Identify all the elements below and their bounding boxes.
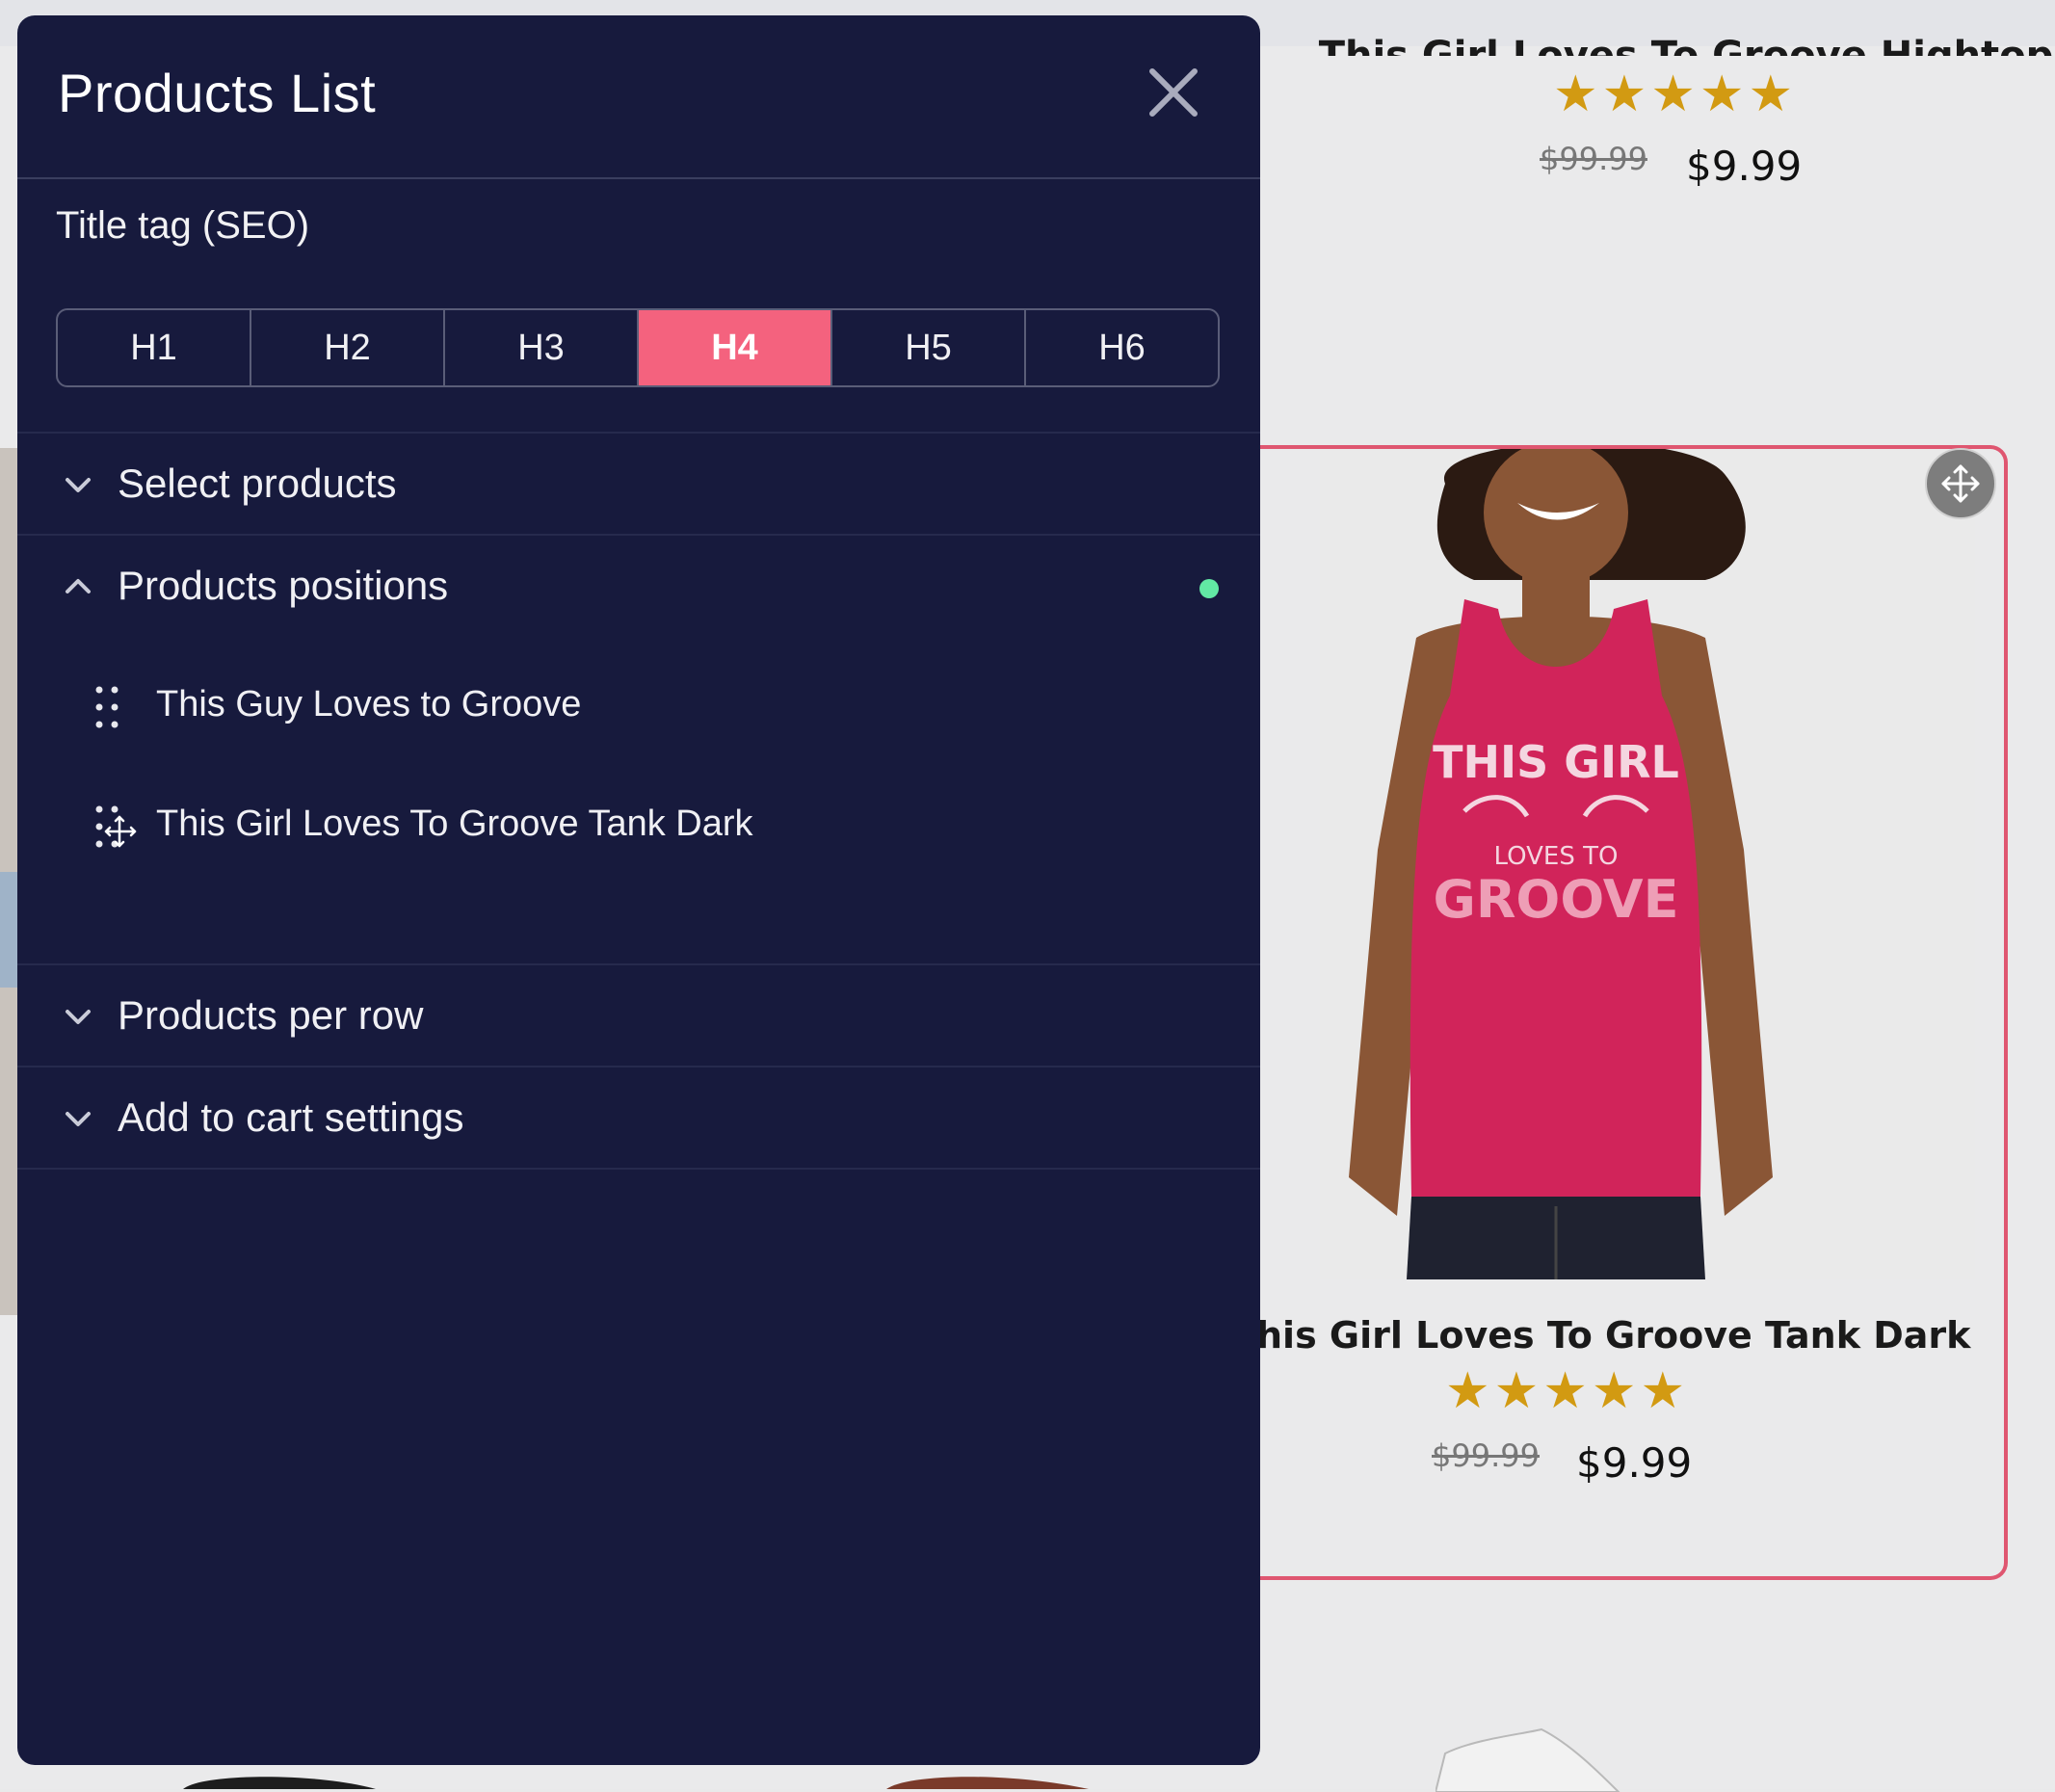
top-product-price: $9.99 (1686, 143, 1803, 190)
heading-option-h4[interactable]: H4 (639, 310, 832, 385)
position-item[interactable]: This Girl Loves To Groove Tank Dark (17, 784, 1260, 871)
star-icon: ★ (1553, 66, 1598, 123)
select-products-section: Select products (17, 432, 1260, 506)
section-label: Products positions (118, 563, 449, 608)
drag-move-cursor-icon[interactable] (94, 804, 141, 850)
position-item-label: This Girl Loves To Groove Tank Dark (156, 804, 753, 844)
products-list-panel: Products List Title tag (SEO) H1 H2 H3 H… (17, 15, 1260, 1765)
drag-handle-icon[interactable] (94, 684, 121, 730)
selected-product-title[interactable]: his Girl Loves To Groove Tank Dark (1202, 1314, 1992, 1357)
next-row-product-images (183, 1777, 1089, 1789)
position-item-label: This Guy Loves to Groove (156, 684, 582, 725)
select-products-toggle[interactable]: Select products (17, 434, 1260, 536)
next-product-image-shoe (1436, 1727, 1620, 1792)
chevron-down-icon (66, 1112, 91, 1126)
heading-tag-selector: H1 H2 H3 H4 H5 H6 (56, 308, 1220, 387)
chevron-down-icon (66, 1010, 91, 1024)
top-product-old-price: $99.99 (1540, 141, 1647, 177)
selected-product-rating: ★ ★ ★ ★ ★ (1445, 1366, 1685, 1416)
star-icon: ★ (1591, 1362, 1637, 1420)
top-product-rating: ★ ★ ★ ★ ★ (1553, 69, 1793, 119)
products-positions-toggle[interactable]: Products positions (17, 536, 1260, 638)
position-item[interactable]: This Guy Loves to Groove (17, 665, 1260, 751)
move-card-button[interactable] (1925, 448, 1996, 519)
section-label: Select products (118, 461, 397, 506)
star-icon: ★ (1542, 1362, 1588, 1420)
panel-header: Products List (17, 15, 1260, 179)
add-to-cart-section: Add to cart settings (17, 1066, 1260, 1170)
section-label: Products per row (118, 992, 424, 1038)
move-arrows-icon (1941, 464, 1980, 503)
heading-option-h1[interactable]: H1 (58, 310, 251, 385)
heading-option-h6[interactable]: H6 (1026, 310, 1218, 385)
star-icon: ★ (1748, 66, 1794, 123)
heading-option-h2[interactable]: H2 (251, 310, 445, 385)
top-product-title[interactable]: This Girl Loves To Groove Hightop (1252, 17, 2055, 56)
star-icon: ★ (1493, 1362, 1540, 1420)
left-product-image-edge (0, 448, 17, 1315)
add-to-cart-toggle[interactable]: Add to cart settings (17, 1067, 1260, 1170)
products-positions-section: Products positions This Guy Loves to Gro… (17, 534, 1260, 963)
selected-product-old-price: $99.99 (1432, 1437, 1540, 1474)
section-label: Add to cart settings (118, 1094, 464, 1140)
products-per-row-section: Products per row (17, 963, 1260, 1038)
panel-title: Products List (58, 63, 377, 123)
star-icon: ★ (1601, 66, 1647, 123)
status-dot (1199, 579, 1219, 598)
heading-option-h5[interactable]: H5 (832, 310, 1026, 385)
chevron-down-icon (66, 478, 91, 492)
star-icon: ★ (1445, 1362, 1490, 1420)
selected-product-price: $9.99 (1576, 1439, 1693, 1487)
star-icon: ★ (1650, 66, 1696, 123)
heading-option-h3[interactable]: H3 (445, 310, 639, 385)
close-icon[interactable] (1146, 66, 1200, 119)
products-per-row-toggle[interactable]: Products per row (17, 965, 1260, 1067)
star-icon: ★ (1699, 66, 1745, 123)
star-icon: ★ (1640, 1362, 1686, 1420)
chevron-up-icon (66, 579, 91, 593)
title-tag-label: Title tag (SEO) (56, 204, 310, 247)
